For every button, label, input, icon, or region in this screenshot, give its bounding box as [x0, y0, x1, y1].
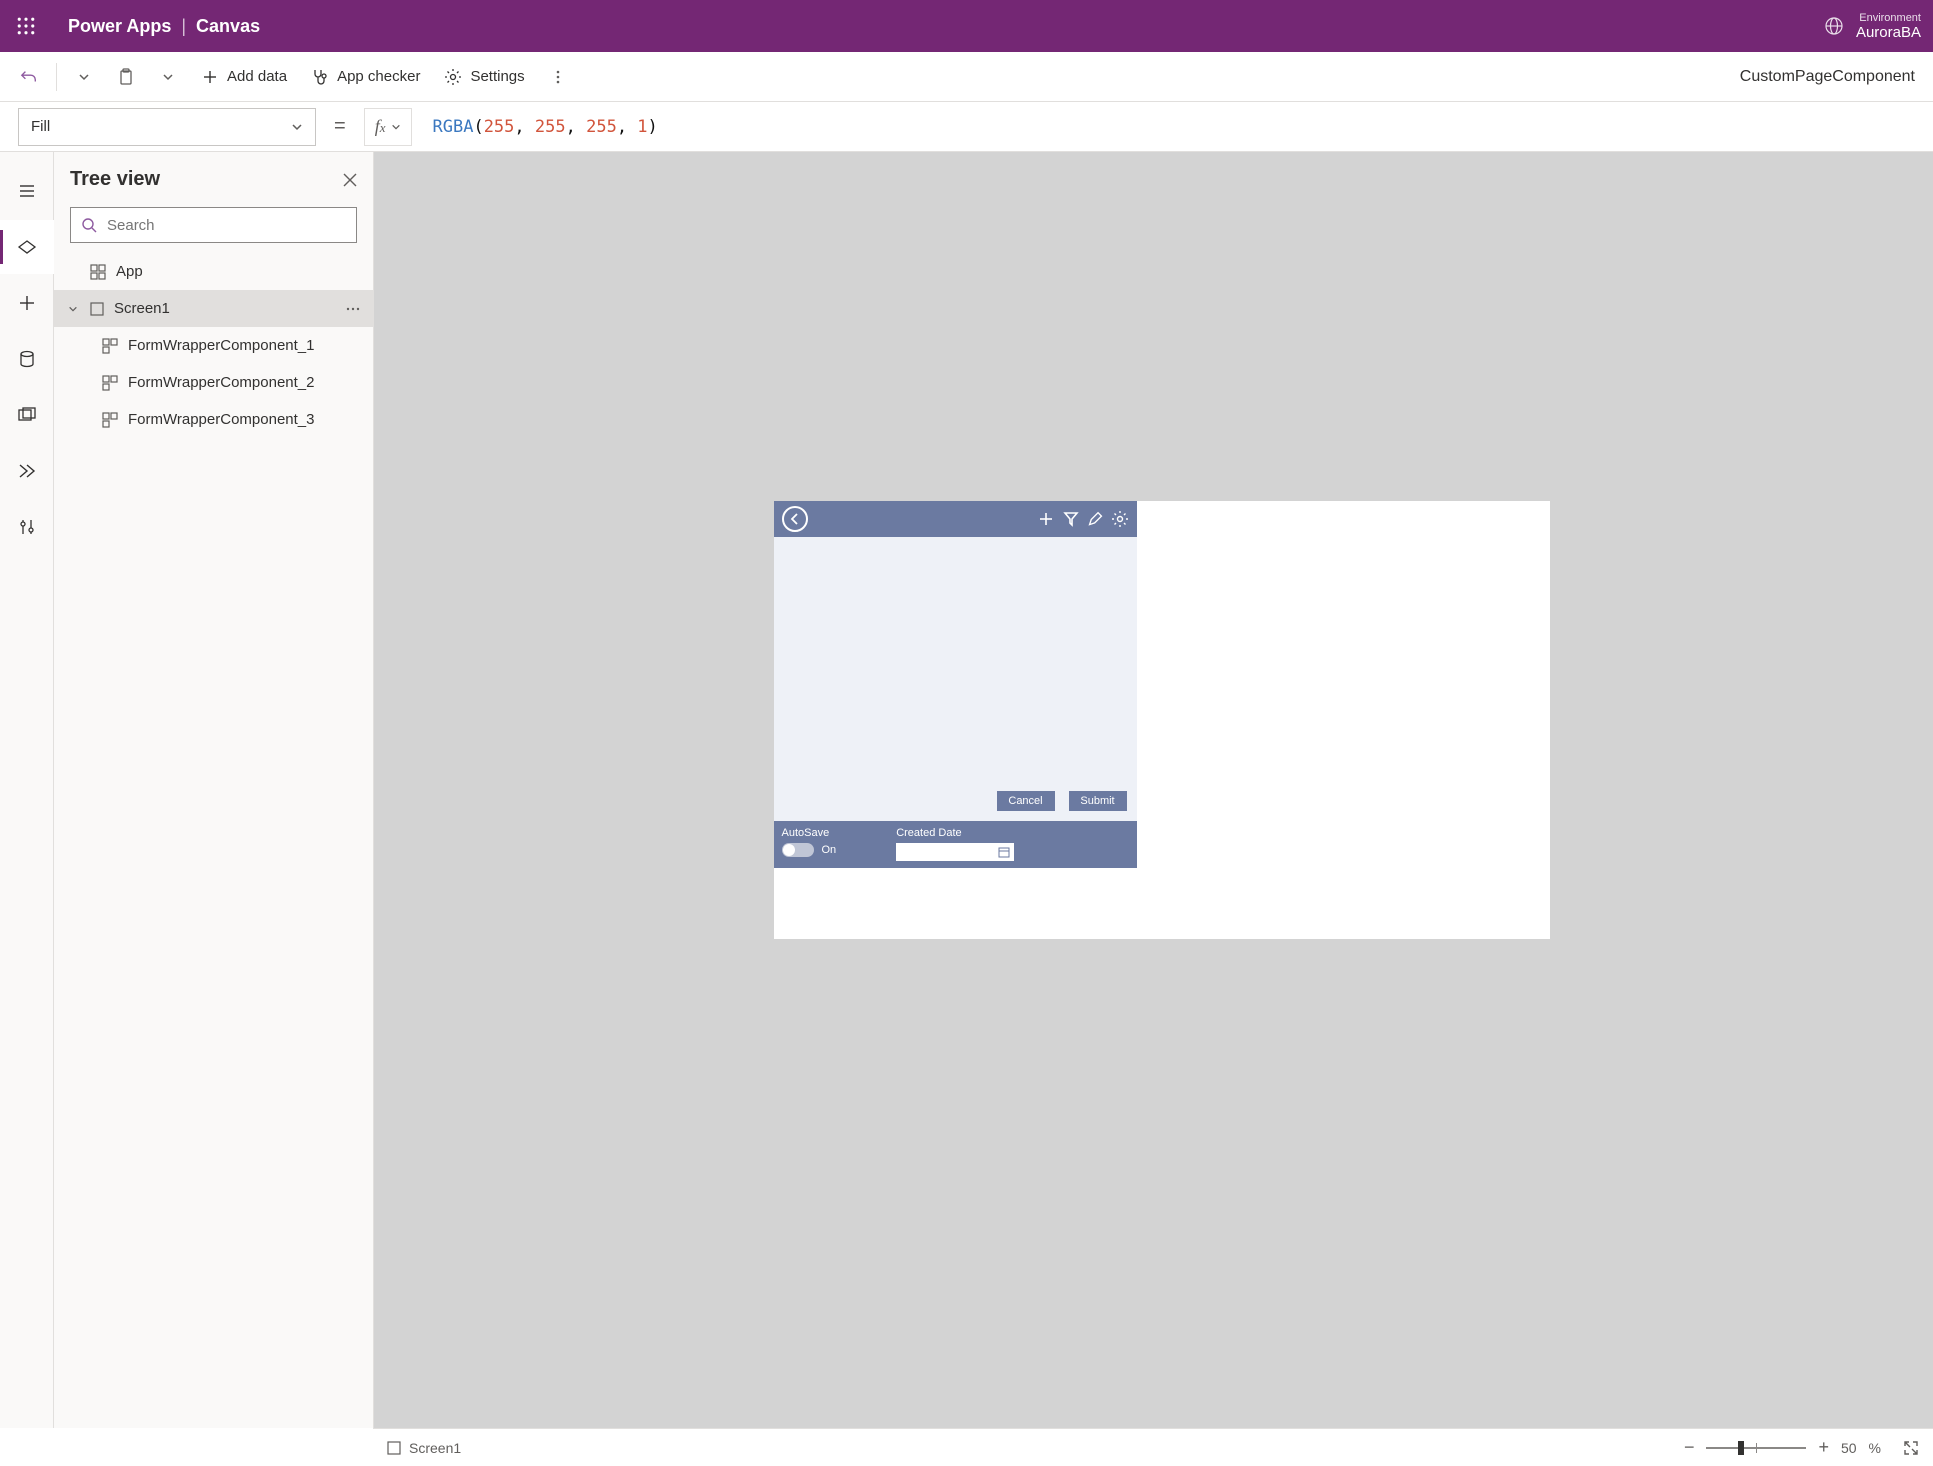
- tree-node-app[interactable]: App: [54, 253, 373, 290]
- date-input[interactable]: [896, 843, 1014, 861]
- undo-button[interactable]: [10, 62, 48, 92]
- screen-icon: [90, 302, 104, 316]
- submit-button[interactable]: Submit: [1069, 791, 1127, 811]
- paste-dropdown[interactable]: [149, 62, 187, 92]
- app-icon: [90, 264, 106, 280]
- tree-node-label: Screen1: [114, 300, 170, 317]
- chevron-down-icon: [291, 121, 303, 133]
- rail-media[interactable]: [0, 388, 54, 442]
- screen-icon: [387, 1441, 401, 1455]
- filter-icon[interactable]: [1063, 511, 1079, 527]
- tree-node-screen1[interactable]: Screen1: [54, 290, 373, 327]
- close-panel-button[interactable]: [343, 173, 357, 187]
- app-checker-label: App checker: [337, 68, 420, 85]
- created-date-label: Created Date: [896, 827, 1014, 839]
- status-screen-name: Screen1: [409, 1440, 461, 1456]
- env-label: Environment: [1856, 12, 1921, 24]
- property-selector[interactable]: Fill: [18, 108, 316, 146]
- app-header: Power Apps | Canvas Environment AuroraBA: [0, 0, 1933, 52]
- env-name: AuroraBA: [1856, 24, 1921, 41]
- tree-view-panel: Tree view App: [54, 152, 374, 1428]
- component-icon: [102, 375, 118, 391]
- chevron-down-icon: [75, 68, 93, 86]
- add-data-label: Add data: [227, 68, 287, 85]
- clipboard-icon: [117, 68, 135, 86]
- autosave-toggle[interactable]: [782, 843, 814, 857]
- tree-node-label: FormWrapperComponent_3: [128, 411, 314, 428]
- tree-node-label: FormWrapperComponent_1: [128, 337, 314, 354]
- rail-tree-view[interactable]: [0, 220, 54, 274]
- autosave-state: On: [822, 844, 837, 856]
- app-title: Power Apps | Canvas: [68, 16, 260, 37]
- paste-button[interactable]: [107, 62, 145, 92]
- tree-node-component[interactable]: FormWrapperComponent_3: [54, 401, 373, 438]
- rail-insert[interactable]: [0, 276, 54, 330]
- formula-function: RGBA: [432, 117, 473, 137]
- component-icon: [102, 412, 118, 428]
- property-name: Fill: [31, 118, 50, 135]
- rail-tools[interactable]: [0, 500, 54, 554]
- title-divider: |: [181, 16, 186, 37]
- back-icon[interactable]: [782, 506, 808, 532]
- tree-title: Tree view: [70, 168, 160, 191]
- left-rail: [0, 152, 54, 1428]
- zoom-slider[interactable]: [1706, 1447, 1806, 1449]
- status-bar: Screen1 − + 50 %: [373, 1428, 1933, 1466]
- gear-icon[interactable]: [1111, 510, 1129, 528]
- command-bar: Add data App checker Settings CustomPage…: [0, 52, 1933, 102]
- zoom-percent: %: [1869, 1440, 1881, 1456]
- globe-icon: [1824, 16, 1844, 36]
- stethoscope-icon: [311, 68, 329, 86]
- zoom-value: 50: [1841, 1440, 1857, 1456]
- document-name: CustomPageComponent: [1740, 68, 1923, 86]
- preview-topbar: [774, 501, 1137, 537]
- tree-node-component[interactable]: FormWrapperComponent_2: [54, 364, 373, 401]
- tree-node-label: FormWrapperComponent_2: [128, 374, 314, 391]
- plus-icon: [201, 68, 219, 86]
- tree-node-component[interactable]: FormWrapperComponent_1: [54, 327, 373, 364]
- search-input[interactable]: [107, 217, 346, 234]
- chevron-down-icon: [159, 68, 177, 86]
- fullscreen-icon[interactable]: [1903, 1440, 1919, 1456]
- plus-icon[interactable]: [1037, 510, 1055, 528]
- app-context: Canvas: [196, 16, 260, 37]
- preview-body: Cancel Submit: [774, 537, 1137, 821]
- fx-button[interactable]: fx: [364, 108, 413, 146]
- autosave-label: AutoSave: [782, 827, 837, 839]
- search-icon: [81, 217, 97, 233]
- tree-node-label: App: [116, 263, 143, 280]
- settings-button[interactable]: Settings: [434, 62, 534, 92]
- more-horizontal-icon[interactable]: [345, 301, 361, 317]
- calendar-icon: [998, 846, 1010, 858]
- rail-hamburger[interactable]: [0, 164, 54, 218]
- edit-icon[interactable]: [1087, 511, 1103, 527]
- canvas-area[interactable]: Cancel Submit AutoSave On: [374, 152, 1933, 1428]
- app-screen-preview[interactable]: Cancel Submit AutoSave On: [774, 501, 1550, 939]
- app-checker-button[interactable]: App checker: [301, 62, 430, 92]
- zoom-in-button[interactable]: +: [1818, 1437, 1829, 1458]
- cancel-button[interactable]: Cancel: [997, 791, 1055, 811]
- more-button[interactable]: [539, 62, 577, 92]
- equals-sign: =: [326, 115, 354, 138]
- settings-label: Settings: [470, 68, 524, 85]
- more-vertical-icon: [549, 68, 567, 86]
- waffle-icon[interactable]: [12, 12, 40, 40]
- chevron-down-icon[interactable]: [66, 304, 80, 314]
- environment-selector[interactable]: Environment AuroraBA: [1824, 12, 1921, 41]
- gear-icon: [444, 68, 462, 86]
- preview-footer: AutoSave On Created Date: [774, 821, 1137, 868]
- zoom-out-button[interactable]: −: [1684, 1437, 1695, 1458]
- rail-advanced[interactable]: [0, 444, 54, 498]
- component-icon: [102, 338, 118, 354]
- formula-bar: Fill = fx RGBA(255, 255, 255, 1): [0, 102, 1933, 152]
- formula-input[interactable]: RGBA(255, 255, 255, 1): [422, 117, 1933, 137]
- undo-dropdown[interactable]: [65, 62, 103, 92]
- rail-data[interactable]: [0, 332, 54, 386]
- tree-search[interactable]: [70, 207, 357, 243]
- app-name: Power Apps: [68, 16, 171, 37]
- undo-icon: [20, 68, 38, 86]
- add-data-button[interactable]: Add data: [191, 62, 297, 92]
- chevron-down-icon: [391, 122, 401, 132]
